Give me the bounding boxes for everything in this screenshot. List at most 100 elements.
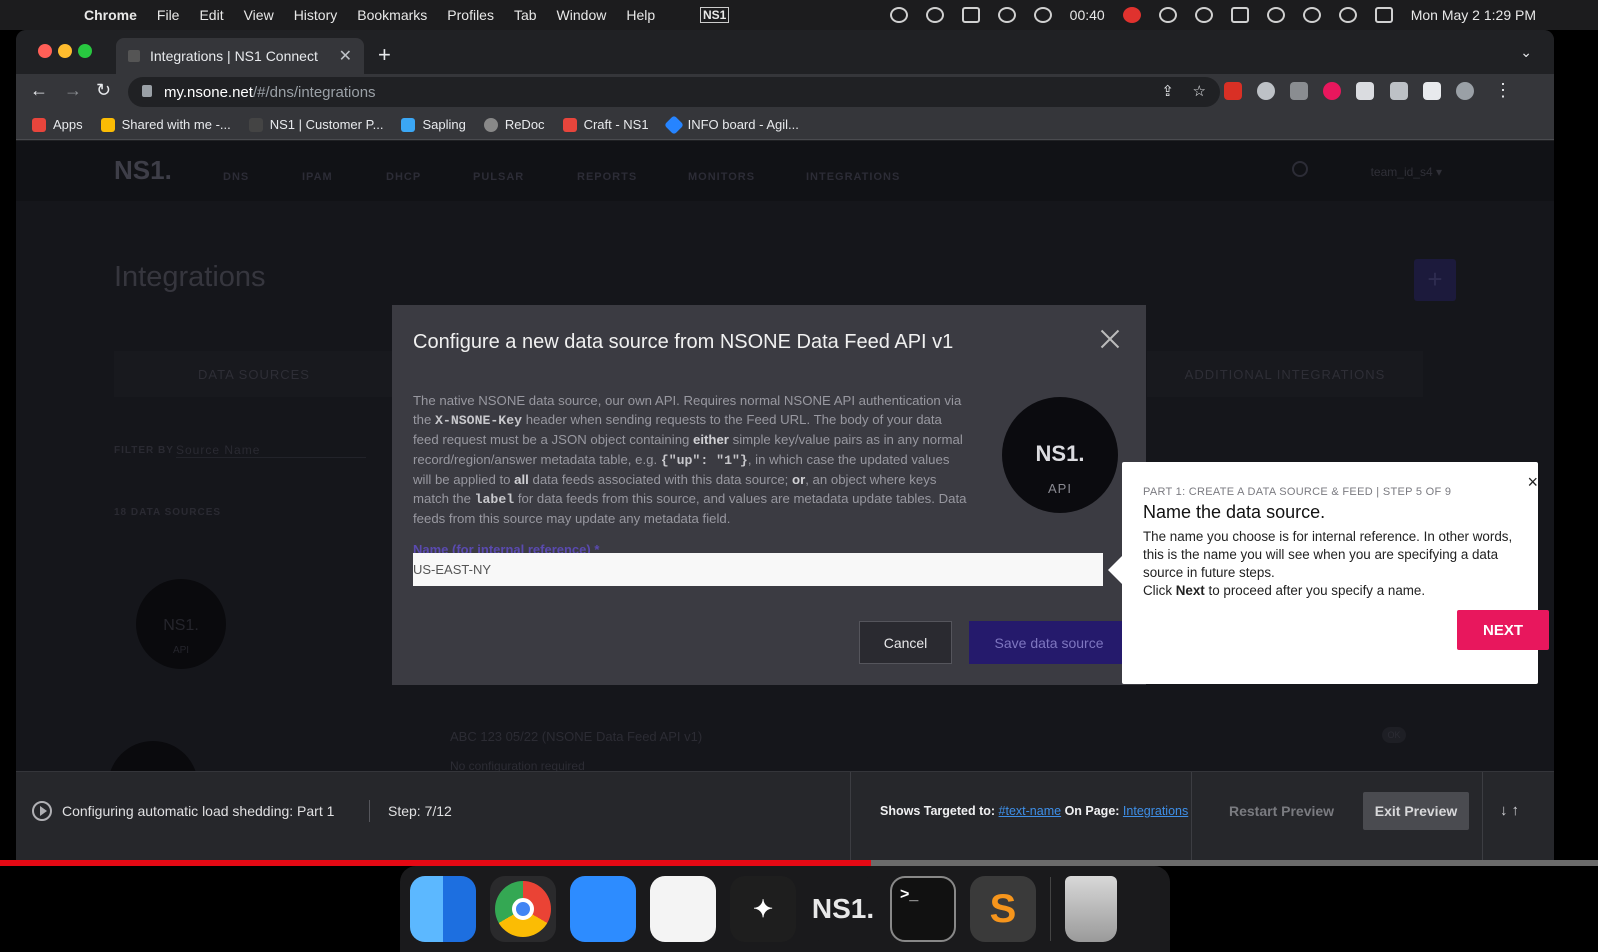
page-title: Integrations — [114, 261, 266, 293]
nav-dns[interactable]: DNS — [223, 171, 249, 183]
slack-icon[interactable] — [650, 876, 716, 942]
bg-row-title[interactable]: ABC 123 05/22 (NSONE Data Feed API v1) — [450, 729, 702, 744]
on-page-link[interactable]: Integrations — [1123, 804, 1188, 818]
cancel-button[interactable]: Cancel — [859, 621, 952, 664]
menu-history[interactable]: History — [294, 7, 338, 23]
battery-icon[interactable] — [1230, 7, 1249, 23]
close-window-button[interactable] — [38, 44, 52, 58]
bookmark-shared-drive[interactable]: Shared with me -... — [100, 117, 231, 132]
app-search-icon[interactable] — [1292, 161, 1308, 177]
bookmark-craft[interactable]: Craft - NS1 — [562, 117, 649, 132]
menu-view[interactable]: View — [244, 7, 274, 23]
nav-reports[interactable]: REPORTS — [577, 171, 637, 183]
menu-bookmarks[interactable]: Bookmarks — [357, 7, 427, 23]
extension-copy-icon[interactable] — [1290, 82, 1308, 100]
cloud-icon[interactable] — [889, 7, 908, 23]
zoom-window-button[interactable] — [78, 44, 92, 58]
tour-title: Name the data source. — [1143, 502, 1326, 522]
tab-search-chevron-icon[interactable]: ⌄ — [1520, 44, 1532, 61]
add-integration-button[interactable]: + — [1414, 259, 1456, 301]
restart-preview-button[interactable]: Restart Preview — [1229, 803, 1334, 819]
new-tab-button[interactable]: + — [378, 42, 391, 68]
tour-next-button[interactable]: NEXT — [1457, 610, 1549, 650]
sublime-text-icon[interactable]: S — [970, 876, 1036, 942]
bookmark-label: Apps — [53, 117, 83, 132]
footer-move-arrows-icon[interactable]: ↓↑ — [1500, 802, 1523, 819]
save-data-source-button[interactable]: Save data source — [969, 621, 1129, 664]
dropbox-icon[interactable] — [1158, 7, 1177, 23]
nav-pulsar[interactable]: PULSAR — [473, 171, 524, 183]
menu-help[interactable]: Help — [626, 7, 655, 23]
profile-avatar[interactable] — [1456, 82, 1474, 100]
bookmark-star-icon[interactable]: ☆ — [1193, 82, 1206, 100]
browser-tab[interactable]: Integrations | NS1 Connect ✕ — [116, 38, 364, 74]
name-input[interactable] — [413, 553, 1103, 586]
close-tab-icon[interactable]: ✕ — [339, 46, 352, 66]
finder-icon[interactable] — [410, 876, 476, 942]
extensions-puzzle-icon[interactable] — [1356, 82, 1374, 100]
filter-input[interactable]: Source Name — [176, 443, 366, 458]
bg-badge-ns1: NS1. — [163, 617, 199, 634]
ns1-menubar-badge[interactable]: NS1 — [700, 7, 730, 23]
menu-profiles[interactable]: Profiles — [447, 7, 494, 23]
wifi-icon[interactable] — [1266, 7, 1285, 23]
chrome-icon[interactable] — [490, 876, 556, 942]
menu-edit[interactable]: Edit — [199, 7, 223, 23]
clipboard-icon[interactable] — [961, 7, 980, 23]
nav-ipam[interactable]: IPAM — [302, 171, 333, 183]
extension-pink-icon[interactable] — [1323, 82, 1341, 100]
nav-dhcp[interactable]: DHCP — [386, 171, 421, 183]
creative-cloud-icon[interactable] — [997, 7, 1016, 23]
tab-additional-integrations[interactable]: ADDITIONAL INTEGRATIONS — [1147, 351, 1423, 397]
nav-integrations[interactable]: INTEGRATIONS — [806, 171, 900, 183]
minimize-window-button[interactable] — [58, 44, 72, 58]
bookmark-sapling[interactable]: Sapling — [401, 117, 466, 132]
guided-tour-popover: × PART 1: CREATE A DATA SOURCE & FEED | … — [1108, 462, 1549, 684]
modal-close-icon[interactable] — [1100, 329, 1120, 349]
sync-icon[interactable] — [925, 7, 944, 23]
side-panel-icon[interactable] — [1423, 82, 1441, 100]
exit-preview-button[interactable]: Exit Preview — [1363, 792, 1469, 830]
ns1-app-icon[interactable]: NS1. — [810, 876, 876, 942]
trash-icon[interactable] — [1065, 876, 1117, 942]
targeted-selector-link[interactable]: #text-name — [999, 804, 1062, 818]
back-icon[interactable]: ← — [30, 80, 48, 101]
play-icon[interactable] — [1194, 7, 1213, 23]
tidal-icon[interactable]: ✦ — [730, 876, 796, 942]
extension-red-icon[interactable] — [1224, 82, 1242, 100]
macos-dock: ✦ NS1. >_ S — [400, 866, 1170, 952]
clock[interactable]: Mon May 2 1:29 PM — [1411, 7, 1536, 23]
bookmark-label: INFO board - Agil... — [687, 117, 799, 132]
chrome-menu-icon[interactable]: ⋮ — [1494, 80, 1512, 101]
reload-icon[interactable]: ↻ — [96, 80, 111, 101]
popover-close-icon[interactable]: × — [1527, 472, 1538, 493]
menu-app-name[interactable]: Chrome — [84, 7, 137, 23]
badge-ns1-text: NS1. — [1035, 441, 1085, 466]
bookmark-redoc[interactable]: ReDoc — [483, 117, 545, 132]
user-icon[interactable] — [1302, 7, 1321, 23]
bookmark-apps[interactable]: Apps — [32, 117, 83, 132]
extension-circle-icon[interactable] — [1257, 82, 1275, 100]
nav-monitors[interactable]: MONITORS — [688, 171, 755, 183]
desc-code: label — [474, 492, 515, 508]
menu-file[interactable]: File — [157, 7, 180, 23]
bookmark-label: NS1 | Customer P... — [269, 117, 384, 132]
bookmark-info-board[interactable]: INFO board - Agil... — [663, 114, 799, 135]
address-bar[interactable]: my.nsone.net/#/dns/integrations ⇪ ☆ — [128, 77, 1220, 107]
team-selector[interactable]: team_id_s4 ▾ — [1371, 165, 1442, 179]
share-icon[interactable]: ⇪ — [1161, 82, 1174, 100]
terminal-icon[interactable]: >_ — [890, 876, 956, 942]
control-center-icon[interactable] — [1374, 7, 1393, 23]
menu-tab[interactable]: Tab — [514, 7, 537, 23]
zoom-icon[interactable] — [570, 876, 636, 942]
tour-body: The name you choose is for internal refe… — [1143, 528, 1533, 600]
forward-icon[interactable]: → — [64, 80, 82, 101]
bookmark-ns1-customer[interactable]: NS1 | Customer P... — [248, 117, 384, 132]
reading-list-icon[interactable] — [1390, 82, 1408, 100]
launcher-icon[interactable] — [1033, 7, 1052, 23]
ns1-logo[interactable]: NS1. — [114, 155, 172, 186]
record-icon[interactable] — [1122, 7, 1141, 23]
menu-window[interactable]: Window — [557, 7, 607, 23]
search-icon[interactable] — [1338, 7, 1357, 23]
tab-data-sources[interactable]: DATA SOURCES — [114, 351, 394, 397]
